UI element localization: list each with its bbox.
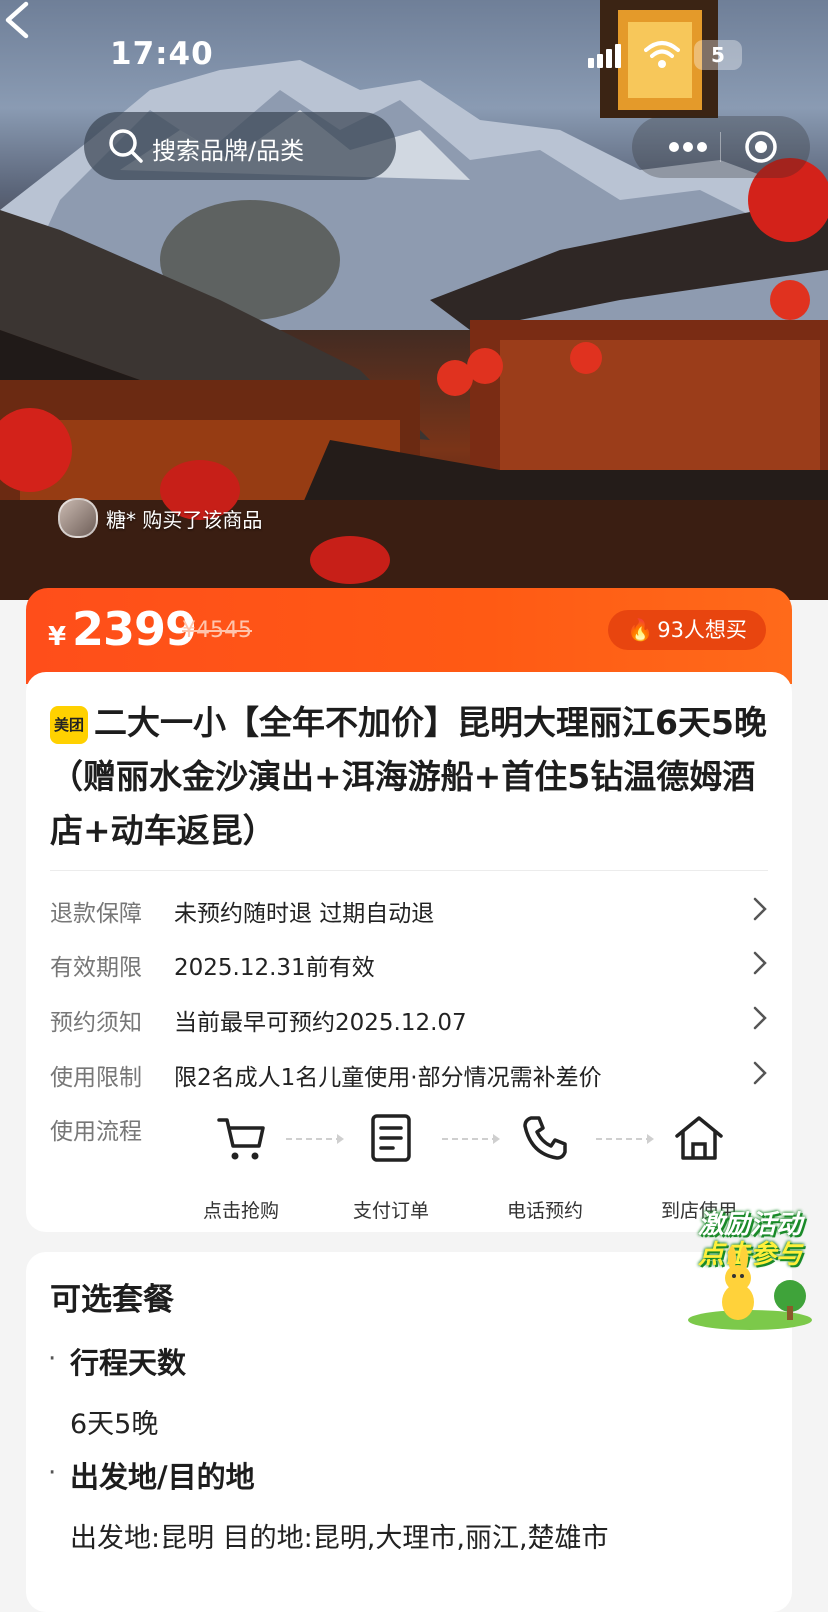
bullet: · xyxy=(48,1458,57,1488)
bullet: · xyxy=(48,1344,57,1374)
product-info-card: 美团 二大一小【全年不加价】昆明大理丽江6天5晚（赠丽水金沙演出+洱海游船+首住5… xyxy=(26,672,792,1232)
search-bar[interactable]: 搜索品牌/品类 xyxy=(84,112,396,180)
mini-program-capsule[interactable] xyxy=(632,116,810,178)
currency-symbol: ¥ xyxy=(48,622,67,652)
search-placeholder: 搜索品牌/品类 xyxy=(152,137,305,165)
hero-image: 17:40 5 搜索品牌/品类 糖* 购买了该商品 xyxy=(0,0,828,600)
info-row-validity[interactable]: 有效期限 2025.12.31前有效 xyxy=(50,942,770,982)
rabbit-mascot-icon xyxy=(688,1246,812,1330)
product-title-block: 美团 二大一小【全年不加价】昆明大理丽江6天5晚（赠丽水金沙演出+洱海游船+首住5… xyxy=(50,696,770,858)
divider xyxy=(50,870,768,871)
flow-step-call: 电话预约 xyxy=(490,1110,600,1223)
close-target-icon[interactable] xyxy=(744,130,778,164)
package-section-title: 出发地/目的地 xyxy=(70,1460,255,1494)
chevron-right-icon xyxy=(753,897,767,921)
package-option[interactable]: 出发地:昆明 目的地:昆明,大理市,丽江,楚雄市 xyxy=(70,1516,609,1555)
cellular-signal-icon xyxy=(588,44,621,68)
order-icon xyxy=(371,1114,411,1162)
capsule-divider xyxy=(720,132,721,162)
cart-icon xyxy=(217,1118,265,1160)
original-price: ¥4545 xyxy=(182,618,252,643)
phone-icon xyxy=(523,1116,567,1160)
avatar xyxy=(58,498,98,538)
flow-step-purchase: 点击抢购 xyxy=(186,1110,296,1223)
chevron-right-icon xyxy=(753,1061,767,1085)
current-price: 2399 xyxy=(72,602,197,656)
more-icon[interactable] xyxy=(668,140,708,154)
wifi-icon xyxy=(644,41,680,68)
info-value: 未预约随时退 过期自动退 xyxy=(174,901,435,927)
status-time: 17:40 xyxy=(110,36,214,72)
chevron-right-icon xyxy=(753,951,767,975)
info-value: 2025.12.31前有效 xyxy=(174,955,375,981)
info-value: 当前最早可预约2025.12.07 xyxy=(174,1010,467,1036)
promo-floating-badge[interactable]: 激励活动 点击参与 xyxy=(682,1198,818,1334)
chevron-right-icon xyxy=(753,1006,767,1030)
home-icon xyxy=(675,1116,723,1160)
info-row-booking[interactable]: 预约须知 当前最早可预约2025.12.07 xyxy=(50,997,770,1037)
battery-indicator: 5 xyxy=(694,40,742,70)
info-value: 限2名成人1名儿童使用·部分情况需补差价 xyxy=(174,1065,602,1091)
search-icon xyxy=(109,129,143,163)
want-count-badge: 🔥 93人想买 xyxy=(608,610,766,650)
flow-step-label: 支付订单 xyxy=(352,1200,429,1222)
package-section-title: 行程天数 xyxy=(70,1346,187,1380)
package-card: 可选套餐 · 行程天数 6天5晚 · 出发地/目的地 出发地:昆明 目的地:昆明… xyxy=(26,1252,792,1612)
package-option[interactable]: 6天5晚 xyxy=(70,1402,158,1441)
meituan-tag: 美团 xyxy=(50,706,88,744)
want-count: 93人想买 xyxy=(657,618,747,642)
flow-step-pay: 支付订单 xyxy=(336,1110,446,1223)
info-row-restriction[interactable]: 使用限制 限2名成人1名儿童使用·部分情况需补差价 xyxy=(50,1052,770,1092)
buyer-text: 糖* 购买了该商品 xyxy=(106,508,263,532)
info-row-refund[interactable]: 退款保障 未预约随时退 过期自动退 xyxy=(50,888,770,928)
info-key: 有效期限 xyxy=(50,955,142,981)
flow-connector xyxy=(286,1134,344,1144)
flow-step-label: 点击抢购 xyxy=(202,1200,279,1222)
package-heading: 可选套餐 xyxy=(50,1282,174,1318)
back-arrow-icon[interactable] xyxy=(0,0,36,40)
info-key: 预约须知 xyxy=(50,1010,142,1036)
product-title: 二大一小【全年不加价】昆明大理丽江6天5晚（赠丽水金沙演出+洱海游船+首住5钻温… xyxy=(50,703,767,850)
price-bar: ¥ 2399 ¥4545 🔥 93人想买 xyxy=(26,588,792,684)
info-key: 使用限制 xyxy=(50,1065,142,1091)
flow-step-label: 电话预约 xyxy=(506,1200,583,1222)
status-bar: 17:40 5 xyxy=(0,36,828,76)
info-key: 退款保障 xyxy=(50,901,142,927)
fire-icon: 🔥 xyxy=(627,618,654,642)
flow-label: 使用流程 xyxy=(50,1119,142,1145)
